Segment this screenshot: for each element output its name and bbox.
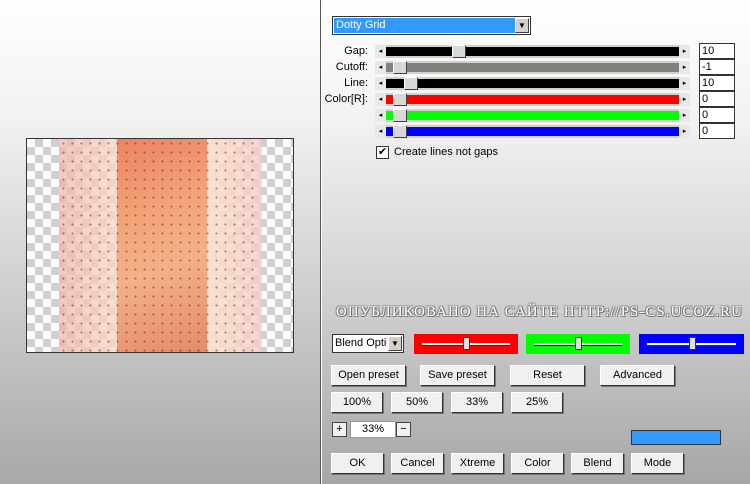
ok-button[interactable]: OK bbox=[331, 453, 384, 474]
slider-thumb[interactable] bbox=[393, 125, 407, 138]
slider-fill bbox=[386, 95, 679, 104]
blend-dropdown-value: Blend Options bbox=[335, 337, 387, 349]
color-r-value-field[interactable]: 0 bbox=[699, 91, 735, 107]
blue-channel-slider[interactable] bbox=[639, 334, 744, 354]
slider-fill bbox=[386, 127, 679, 136]
line-label: Line: bbox=[344, 77, 368, 89]
xtreme-button[interactable]: Xtreme bbox=[451, 453, 504, 474]
gap-slider[interactable]: ◂ ▸ bbox=[375, 45, 690, 58]
color-r-slider[interactable]: ◂ ▸ bbox=[375, 93, 690, 106]
create-lines-checkbox[interactable]: ✔ bbox=[376, 146, 389, 159]
slider-thumb[interactable] bbox=[463, 337, 470, 350]
arrow-left-icon[interactable]: ◂ bbox=[375, 93, 386, 106]
blend-button[interactable]: Blend bbox=[571, 453, 624, 474]
color-b-value-field[interactable]: 0 bbox=[699, 123, 735, 139]
blend-options-dropdown[interactable]: Blend Options ▼ bbox=[332, 334, 404, 353]
slider-fill bbox=[386, 111, 679, 120]
arrow-left-icon[interactable]: ◂ bbox=[375, 61, 386, 74]
preview-panel bbox=[0, 0, 321, 484]
slider-fill bbox=[386, 47, 679, 56]
arrow-right-icon[interactable]: ▸ bbox=[679, 45, 690, 58]
open-preset-button[interactable]: Open preset bbox=[331, 365, 406, 386]
filter-dropdown-value: Dotty Grid bbox=[334, 18, 515, 33]
arrow-right-icon[interactable]: ▸ bbox=[679, 61, 690, 74]
zoom-50-button[interactable]: 50% bbox=[391, 392, 443, 413]
zoom-100-button[interactable]: 100% bbox=[331, 392, 383, 413]
image-preview[interactable] bbox=[26, 138, 294, 353]
slider-thumb[interactable] bbox=[393, 61, 407, 74]
gap-label: Gap: bbox=[344, 45, 368, 57]
arrow-right-icon[interactable]: ▸ bbox=[679, 109, 690, 122]
color-r-label: Color[R]: bbox=[324, 93, 368, 105]
zoom-in-button[interactable]: + bbox=[332, 422, 347, 437]
arrow-right-icon[interactable]: ▸ bbox=[679, 125, 690, 138]
arrow-right-icon[interactable]: ▸ bbox=[679, 77, 690, 90]
slider-fill bbox=[386, 63, 679, 72]
reset-button[interactable]: Reset bbox=[510, 365, 585, 386]
arrow-left-icon[interactable]: ◂ bbox=[375, 77, 386, 90]
slider-thumb[interactable] bbox=[404, 77, 418, 90]
color-g-slider[interactable]: ◂ ▸ bbox=[375, 109, 690, 122]
save-preset-button[interactable]: Save preset bbox=[420, 365, 495, 386]
slider-fill bbox=[386, 79, 679, 88]
arrow-left-icon[interactable]: ◂ bbox=[375, 109, 386, 122]
color-b-slider[interactable]: ◂ ▸ bbox=[375, 125, 690, 138]
zoom-25-button[interactable]: 25% bbox=[511, 392, 563, 413]
slider-thumb[interactable] bbox=[575, 337, 582, 350]
red-channel-slider[interactable] bbox=[414, 334, 518, 354]
color-g-value-field[interactable]: 0 bbox=[699, 107, 735, 123]
cutoff-label: Cutoff: bbox=[335, 61, 368, 73]
slider-thumb[interactable] bbox=[452, 45, 466, 58]
color-preview-swatch[interactable] bbox=[631, 430, 721, 445]
create-lines-label: Create lines not gaps bbox=[394, 146, 498, 158]
chevron-down-icon[interactable]: ▼ bbox=[515, 18, 529, 33]
slider-thumb[interactable] bbox=[393, 93, 407, 106]
color-button[interactable]: Color bbox=[511, 453, 564, 474]
preview-dot-grid bbox=[59, 139, 260, 352]
filter-dropdown[interactable]: Dotty Grid ▼ bbox=[332, 16, 531, 35]
zoom-value-field[interactable]: 33% bbox=[350, 421, 396, 438]
site-watermark: ОПУБЛИКОВАНО НА САЙТЕ HTTP://PS-CS.UCOZ.… bbox=[336, 304, 743, 320]
slider-thumb[interactable] bbox=[689, 337, 696, 350]
cutoff-slider[interactable]: ◂ ▸ bbox=[375, 61, 690, 74]
advanced-button[interactable]: Advanced bbox=[600, 365, 675, 386]
green-channel-slider[interactable] bbox=[526, 334, 630, 354]
mode-button[interactable]: Mode bbox=[631, 453, 684, 474]
chevron-down-icon[interactable]: ▼ bbox=[388, 336, 402, 351]
slider-thumb[interactable] bbox=[393, 109, 407, 122]
line-slider[interactable]: ◂ ▸ bbox=[375, 77, 690, 90]
zoom-33-button[interactable]: 33% bbox=[451, 392, 503, 413]
zoom-out-button[interactable]: − bbox=[396, 422, 411, 437]
line-value-field[interactable]: 10 bbox=[699, 75, 735, 91]
gap-value-field[interactable]: 10 bbox=[699, 43, 735, 59]
arrow-left-icon[interactable]: ◂ bbox=[375, 45, 386, 58]
arrow-left-icon[interactable]: ◂ bbox=[375, 125, 386, 138]
arrow-right-icon[interactable]: ▸ bbox=[679, 93, 690, 106]
cancel-button[interactable]: Cancel bbox=[391, 453, 444, 474]
cutoff-value-field[interactable]: -1 bbox=[699, 59, 735, 75]
